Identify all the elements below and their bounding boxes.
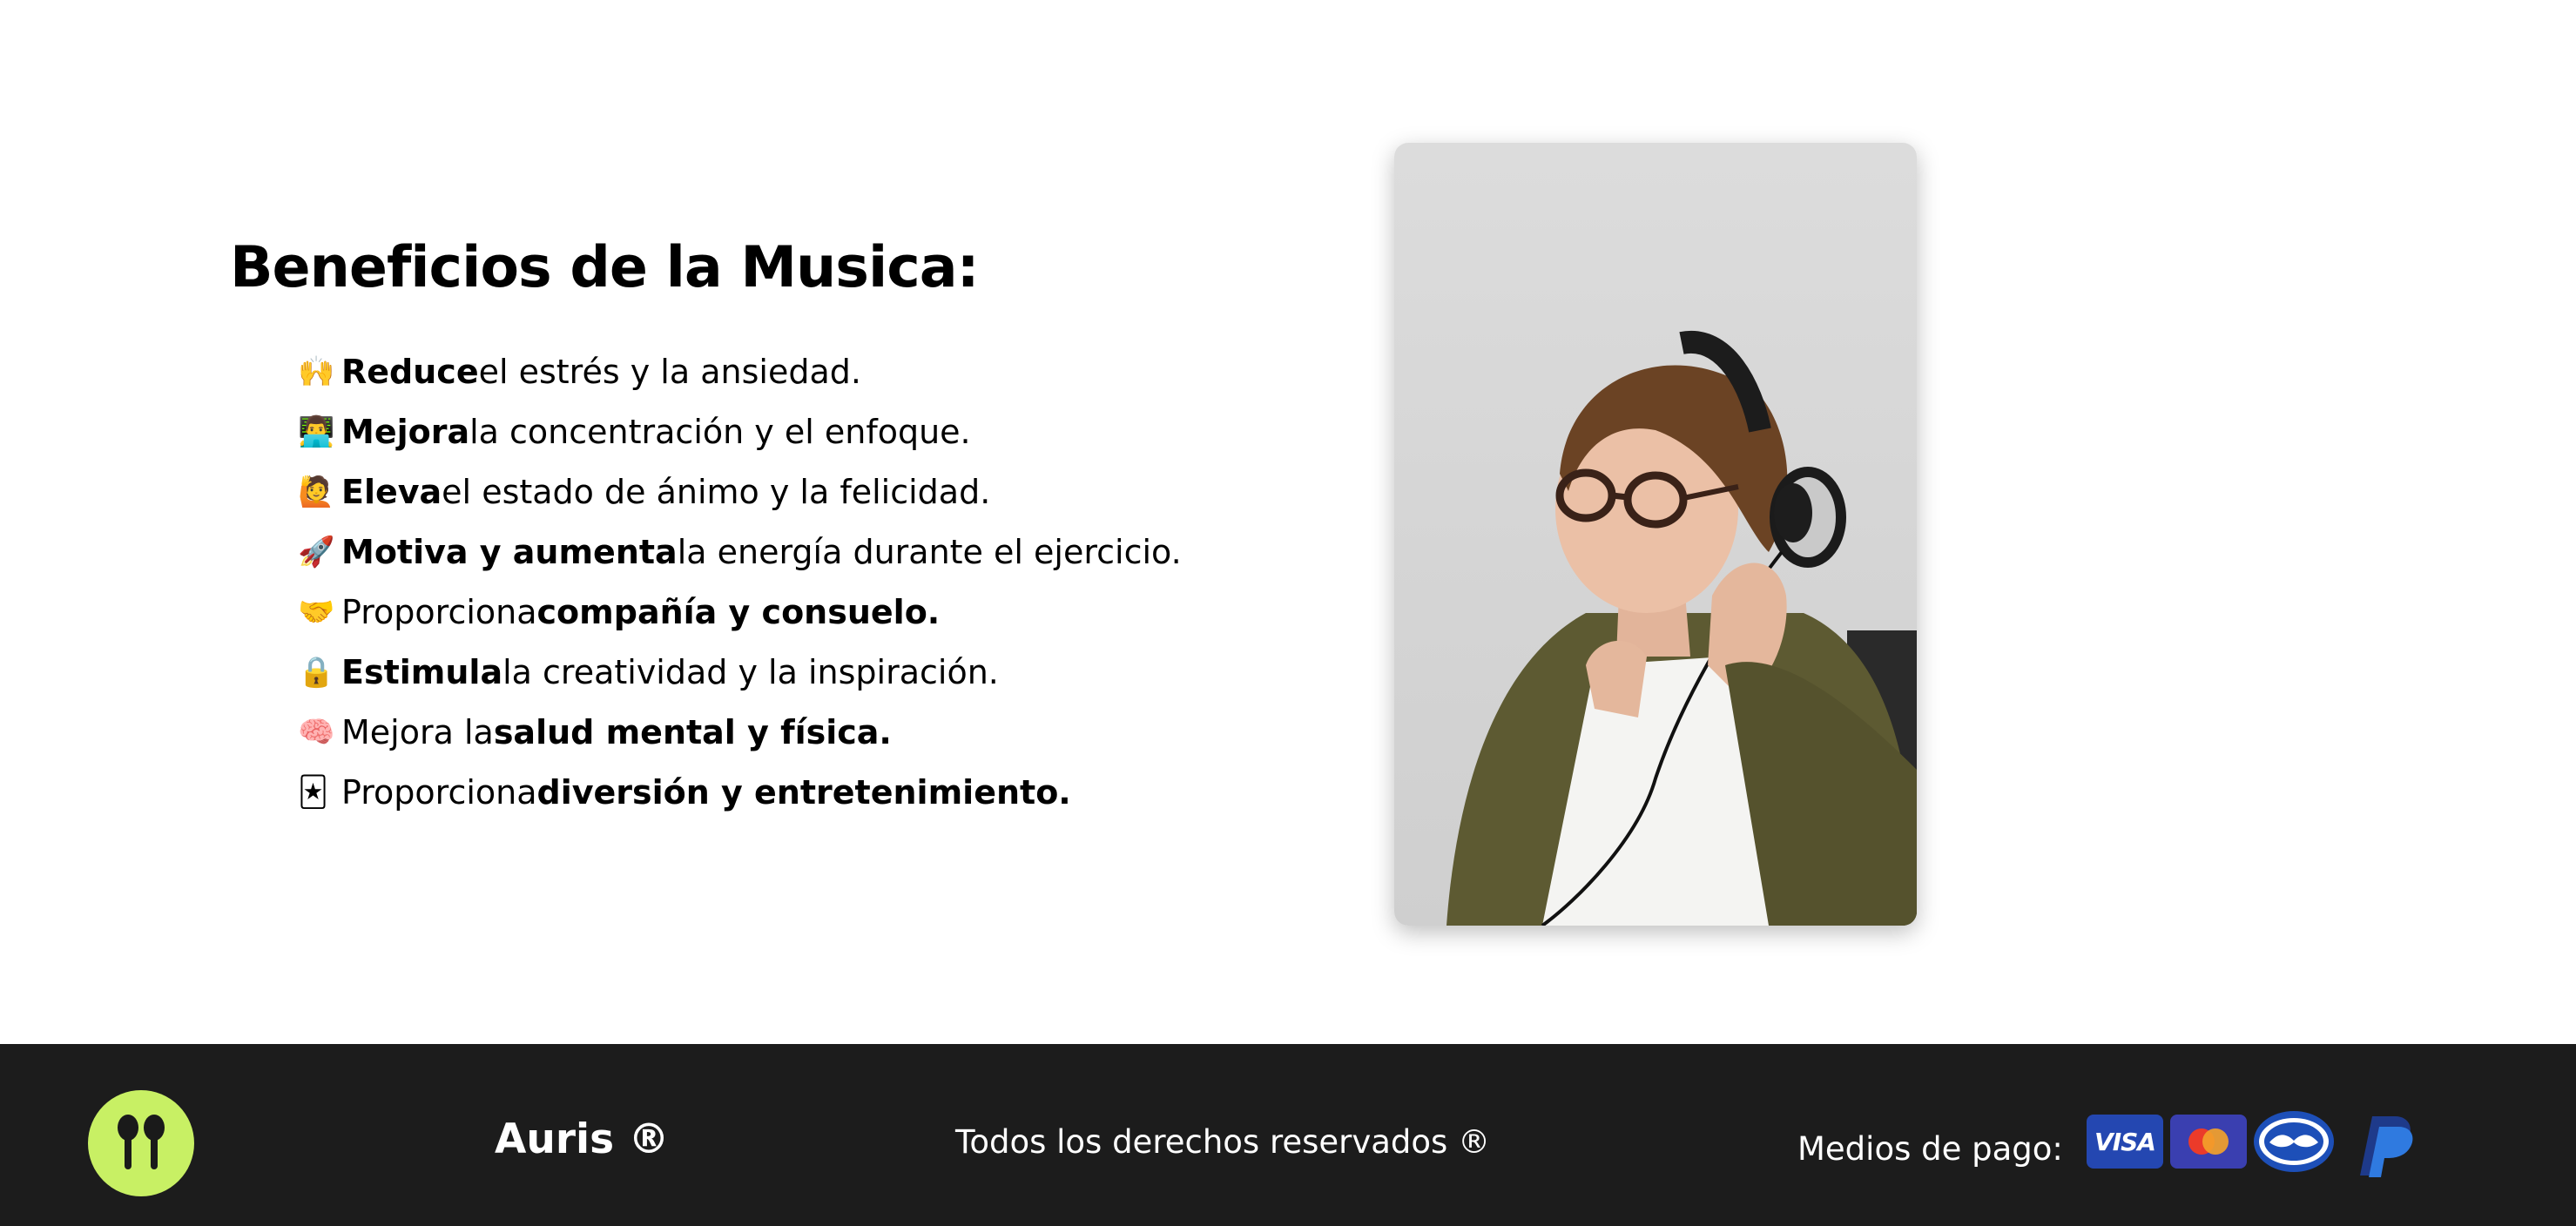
benefit-item: 🚀 Motiva y aumenta la energía durante el… (298, 532, 1182, 571)
payment-methods-label: Medios de pago: (1797, 1130, 2063, 1168)
technologist-icon: 👨‍💻 (298, 414, 335, 449)
benefit-item: 🧠 Mejora la salud mental y física. (298, 712, 892, 751)
mastercard-icon (2170, 1115, 2247, 1169)
paypal-icon (2341, 1109, 2419, 1179)
photo-illustration (1446, 330, 1917, 926)
handshake-icon: 🤝 (298, 594, 335, 630)
benefit-item: 🔒 Estimula la creatividad y la inspiraci… (298, 652, 999, 691)
person-raising-hand-icon: 🙋 (298, 474, 335, 509)
brain-icon: 🧠 (298, 714, 335, 750)
benefit-item: 🤝 Proporciona compañía y consuelo. (298, 592, 941, 631)
footer: Auris ® Todos los derechos reservados ® … (0, 1044, 2576, 1226)
lock-icon: 🔒 (298, 654, 335, 690)
benefit-item: 🙌 Reduce el estrés y la ansiedad. (298, 352, 861, 391)
benefit-item: 🙋 Eleva el estado de ánimo y la felicida… (298, 472, 991, 511)
raising-hands-icon: 🙌 (298, 354, 335, 389)
brand-name: Auris ® (495, 1115, 670, 1163)
main-section: Beneficios de la Musica: 🙌 Reduce el est… (0, 0, 2576, 1044)
woman-with-headphones-photo (1394, 143, 1917, 926)
benefits-list: 🙌 Reduce el estrés y la ansiedad. 👨‍💻 Me… (298, 341, 1182, 822)
earbuds-glyph (118, 1115, 165, 1169)
earbuds-icon[interactable] (88, 1090, 194, 1196)
benefit-item: 🃏 Proporciona diversión y entretenimient… (298, 772, 1071, 812)
benefit-item: 👨‍💻 Mejora la concentración y el enfoque… (298, 412, 971, 451)
visa-icon: VISA (2087, 1115, 2163, 1169)
joker-card-icon: 🃏 (298, 774, 328, 810)
copyright-text: Todos los derechos reservados ® (955, 1123, 1491, 1161)
payment-methods: VISA (2087, 1111, 2419, 1179)
benefits-heading: Beneficios de la Musica: (230, 235, 980, 300)
rocket-icon: 🚀 (298, 534, 335, 569)
mercadopago-icon (2254, 1111, 2334, 1172)
